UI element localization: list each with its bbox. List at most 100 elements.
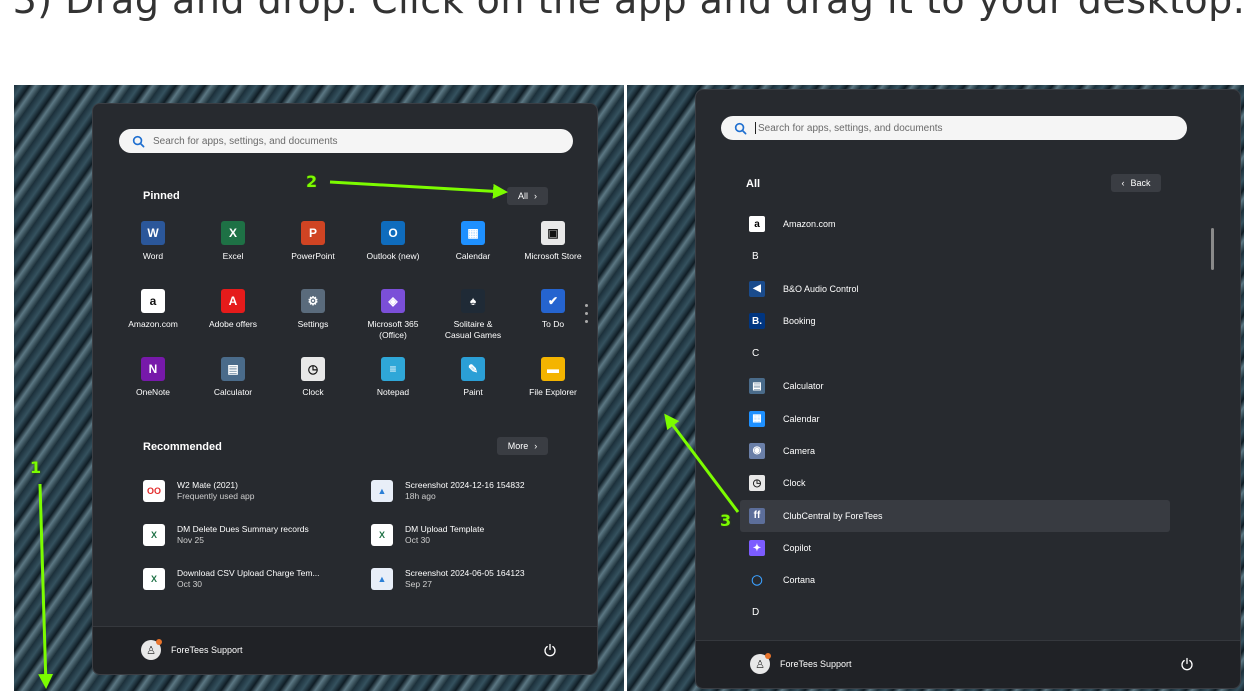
recommended-item[interactable]: X Download CSV Upload Charge Tem... Oct 30: [143, 564, 371, 594]
store-icon: ▣: [541, 221, 565, 245]
pinned-app-label: Amazon.com: [128, 319, 178, 329]
app-list-label: Cortana: [783, 575, 816, 586]
pinned-app-excel[interactable]: X Excel: [193, 221, 273, 279]
pinned-app-calendar[interactable]: ▦ Calendar: [433, 221, 513, 279]
pinned-app-solitaire[interactable]: ♠ Solitaire & Casual Games: [433, 289, 513, 347]
amazon-icon: a: [141, 289, 165, 313]
excel-file-icon: X: [371, 524, 393, 546]
avatar-icon: ♙: [141, 639, 162, 660]
camera-icon: ◉: [749, 442, 765, 459]
powerpoint-icon: P: [301, 221, 325, 245]
calculator-icon: ▤: [749, 378, 765, 395]
recommended-item[interactable]: X DM Delete Dues Summary records Nov 25: [143, 520, 371, 550]
power-button[interactable]: [1176, 653, 1198, 675]
pinned-app-paint[interactable]: ✎ Paint: [433, 357, 513, 415]
more-button[interactable]: More ›: [497, 437, 548, 455]
booking-icon: B.: [749, 313, 765, 330]
pinned-app-onenote[interactable]: N OneNote: [113, 357, 193, 415]
app-list-item[interactable]: ◯ Cortana: [740, 564, 1170, 596]
pinned-app-notepad[interactable]: ≡ Notepad: [353, 357, 433, 415]
app-list-item[interactable]: ▦ Calendar: [740, 402, 1170, 434]
start-menu-footer: ♙ ForeTees Support: [696, 640, 1240, 688]
app-list-item[interactable]: ff ClubCentral by ForeTees: [740, 499, 1170, 532]
pinned-app-label: Excel: [222, 251, 244, 261]
app-list-label: Calendar: [783, 413, 820, 424]
recommended-subtitle: Frequently used app: [177, 491, 255, 501]
user-account[interactable]: ♙ ForeTees Support: [141, 639, 243, 660]
recommended-title: DM Delete Dues Summary records: [177, 524, 309, 534]
clock-icon: ◷: [749, 475, 765, 492]
image-file-icon: ▲: [371, 480, 393, 502]
start-menu-footer: ♙ ForeTees Support: [93, 626, 597, 674]
settings-icon: ⚙: [301, 289, 325, 313]
all-apps-list: a Amazon.com B ◀ B&O Audio Control B. Booking C…: [740, 208, 1170, 629]
adobe-icon: A: [221, 289, 245, 313]
pinned-app-outlook[interactable]: O Outlook (new): [353, 221, 433, 279]
w2mate-icon: OO: [143, 480, 165, 502]
instruction-heading: 3) Drag and drop. Click on the app and d…: [12, 0, 1246, 22]
pinned-app-file-explorer[interactable]: ▬ File Explorer: [513, 357, 593, 415]
all-apps-button[interactable]: All ›: [507, 187, 548, 205]
pinned-app-adobe[interactable]: A Adobe offers: [193, 289, 273, 347]
pinned-app-label: To Do: [541, 319, 565, 329]
pinned-app-label: Adobe offers: [208, 319, 258, 329]
search-input[interactable]: Search for apps, settings, and documents: [119, 129, 573, 153]
pinned-app-label: Solitaire & Casual Games: [444, 319, 502, 340]
pinned-app-office[interactable]: ◈ Microsoft 365 (Office): [353, 289, 433, 347]
app-list-label: Copilot: [783, 543, 812, 554]
solitaire-icon: ♠: [461, 289, 485, 313]
search-icon: [731, 119, 749, 137]
power-button[interactable]: [539, 639, 561, 661]
user-account[interactable]: ♙ ForeTees Support: [750, 653, 852, 674]
pinned-app-settings[interactable]: ⚙ Settings: [273, 289, 353, 347]
pinned-app-label: File Explorer: [529, 387, 577, 397]
office-icon: ◈: [381, 289, 405, 313]
pinned-app-label: OneNote: [135, 387, 171, 397]
page-dots[interactable]: [585, 304, 589, 328]
pinned-app-label: Word: [142, 251, 164, 261]
app-list-label: Camera: [783, 445, 816, 456]
letter-header[interactable]: B: [740, 240, 1170, 272]
pinned-app-calculator[interactable]: ▤ Calculator: [193, 357, 273, 415]
pinned-app-powerpoint[interactable]: P PowerPoint: [273, 221, 353, 279]
app-list-item[interactable]: B. Booking: [740, 305, 1170, 337]
recommended-item[interactable]: OO W2 Mate (2021) Frequently used app: [143, 476, 371, 506]
recommended-title: Screenshot 2024-06-05 164123: [405, 568, 525, 578]
calendar-icon: ▦: [749, 410, 765, 427]
pinned-app-label: Microsoft Store: [524, 251, 582, 261]
recommended-item[interactable]: X DM Upload Template Oct 30: [371, 520, 571, 550]
pinned-app-amazon[interactable]: a Amazon.com: [113, 289, 193, 347]
pinned-title: Pinned: [143, 190, 180, 202]
pinned-app-label: Calendar: [455, 251, 491, 261]
bo-audio-icon: ◀: [749, 280, 765, 297]
pinned-app-store[interactable]: ▣ Microsoft Store: [513, 221, 593, 279]
search-input[interactable]: Search for apps, settings, and documents: [721, 116, 1187, 140]
recommended-subtitle: 18h ago: [405, 491, 436, 501]
user-name: ForeTees Support: [780, 659, 852, 669]
recommended-item[interactable]: ▲ Screenshot 2024-06-05 164123 Sep 27: [371, 564, 571, 594]
letter-header[interactable]: D: [740, 597, 1170, 629]
app-list-item[interactable]: a Amazon.com: [740, 208, 1170, 240]
pinned-app-word[interactable]: W Word: [113, 221, 193, 279]
excel-icon: X: [221, 221, 245, 245]
app-list-item[interactable]: ◉ Camera: [740, 435, 1170, 467]
calculator-icon: ▤: [221, 357, 245, 381]
app-list-item[interactable]: ▤ Calculator: [740, 370, 1170, 402]
recommended-item[interactable]: ▲ Screenshot 2024-12-16 154832 18h ago: [371, 476, 571, 506]
step-3-label: 3: [720, 511, 732, 530]
letter-header[interactable]: C: [740, 338, 1170, 370]
pinned-app-label: Outlook (new): [366, 251, 420, 261]
app-list-item[interactable]: ◷ Clock: [740, 467, 1170, 499]
scrollbar-thumb[interactable]: [1211, 228, 1214, 270]
chevron-right-icon: ›: [534, 441, 538, 451]
amazon-icon: a: [749, 216, 765, 233]
app-list-item[interactable]: ◀ B&O Audio Control: [740, 273, 1170, 305]
pinned-app-todo[interactable]: ✔ To Do: [513, 289, 593, 347]
pinned-app-clock[interactable]: ◷ Clock: [273, 357, 353, 415]
start-menu: Search for apps, settings, and documents…: [92, 103, 598, 675]
step-2-label: 2: [306, 172, 318, 191]
back-button[interactable]: ‹ Back: [1111, 174, 1161, 192]
app-list-item[interactable]: ✦ Copilot: [740, 532, 1170, 564]
start-menu-screenshot-pinned: Search for apps, settings, and documents…: [14, 85, 624, 691]
recommended-title: W2 Mate (2021): [177, 480, 238, 490]
